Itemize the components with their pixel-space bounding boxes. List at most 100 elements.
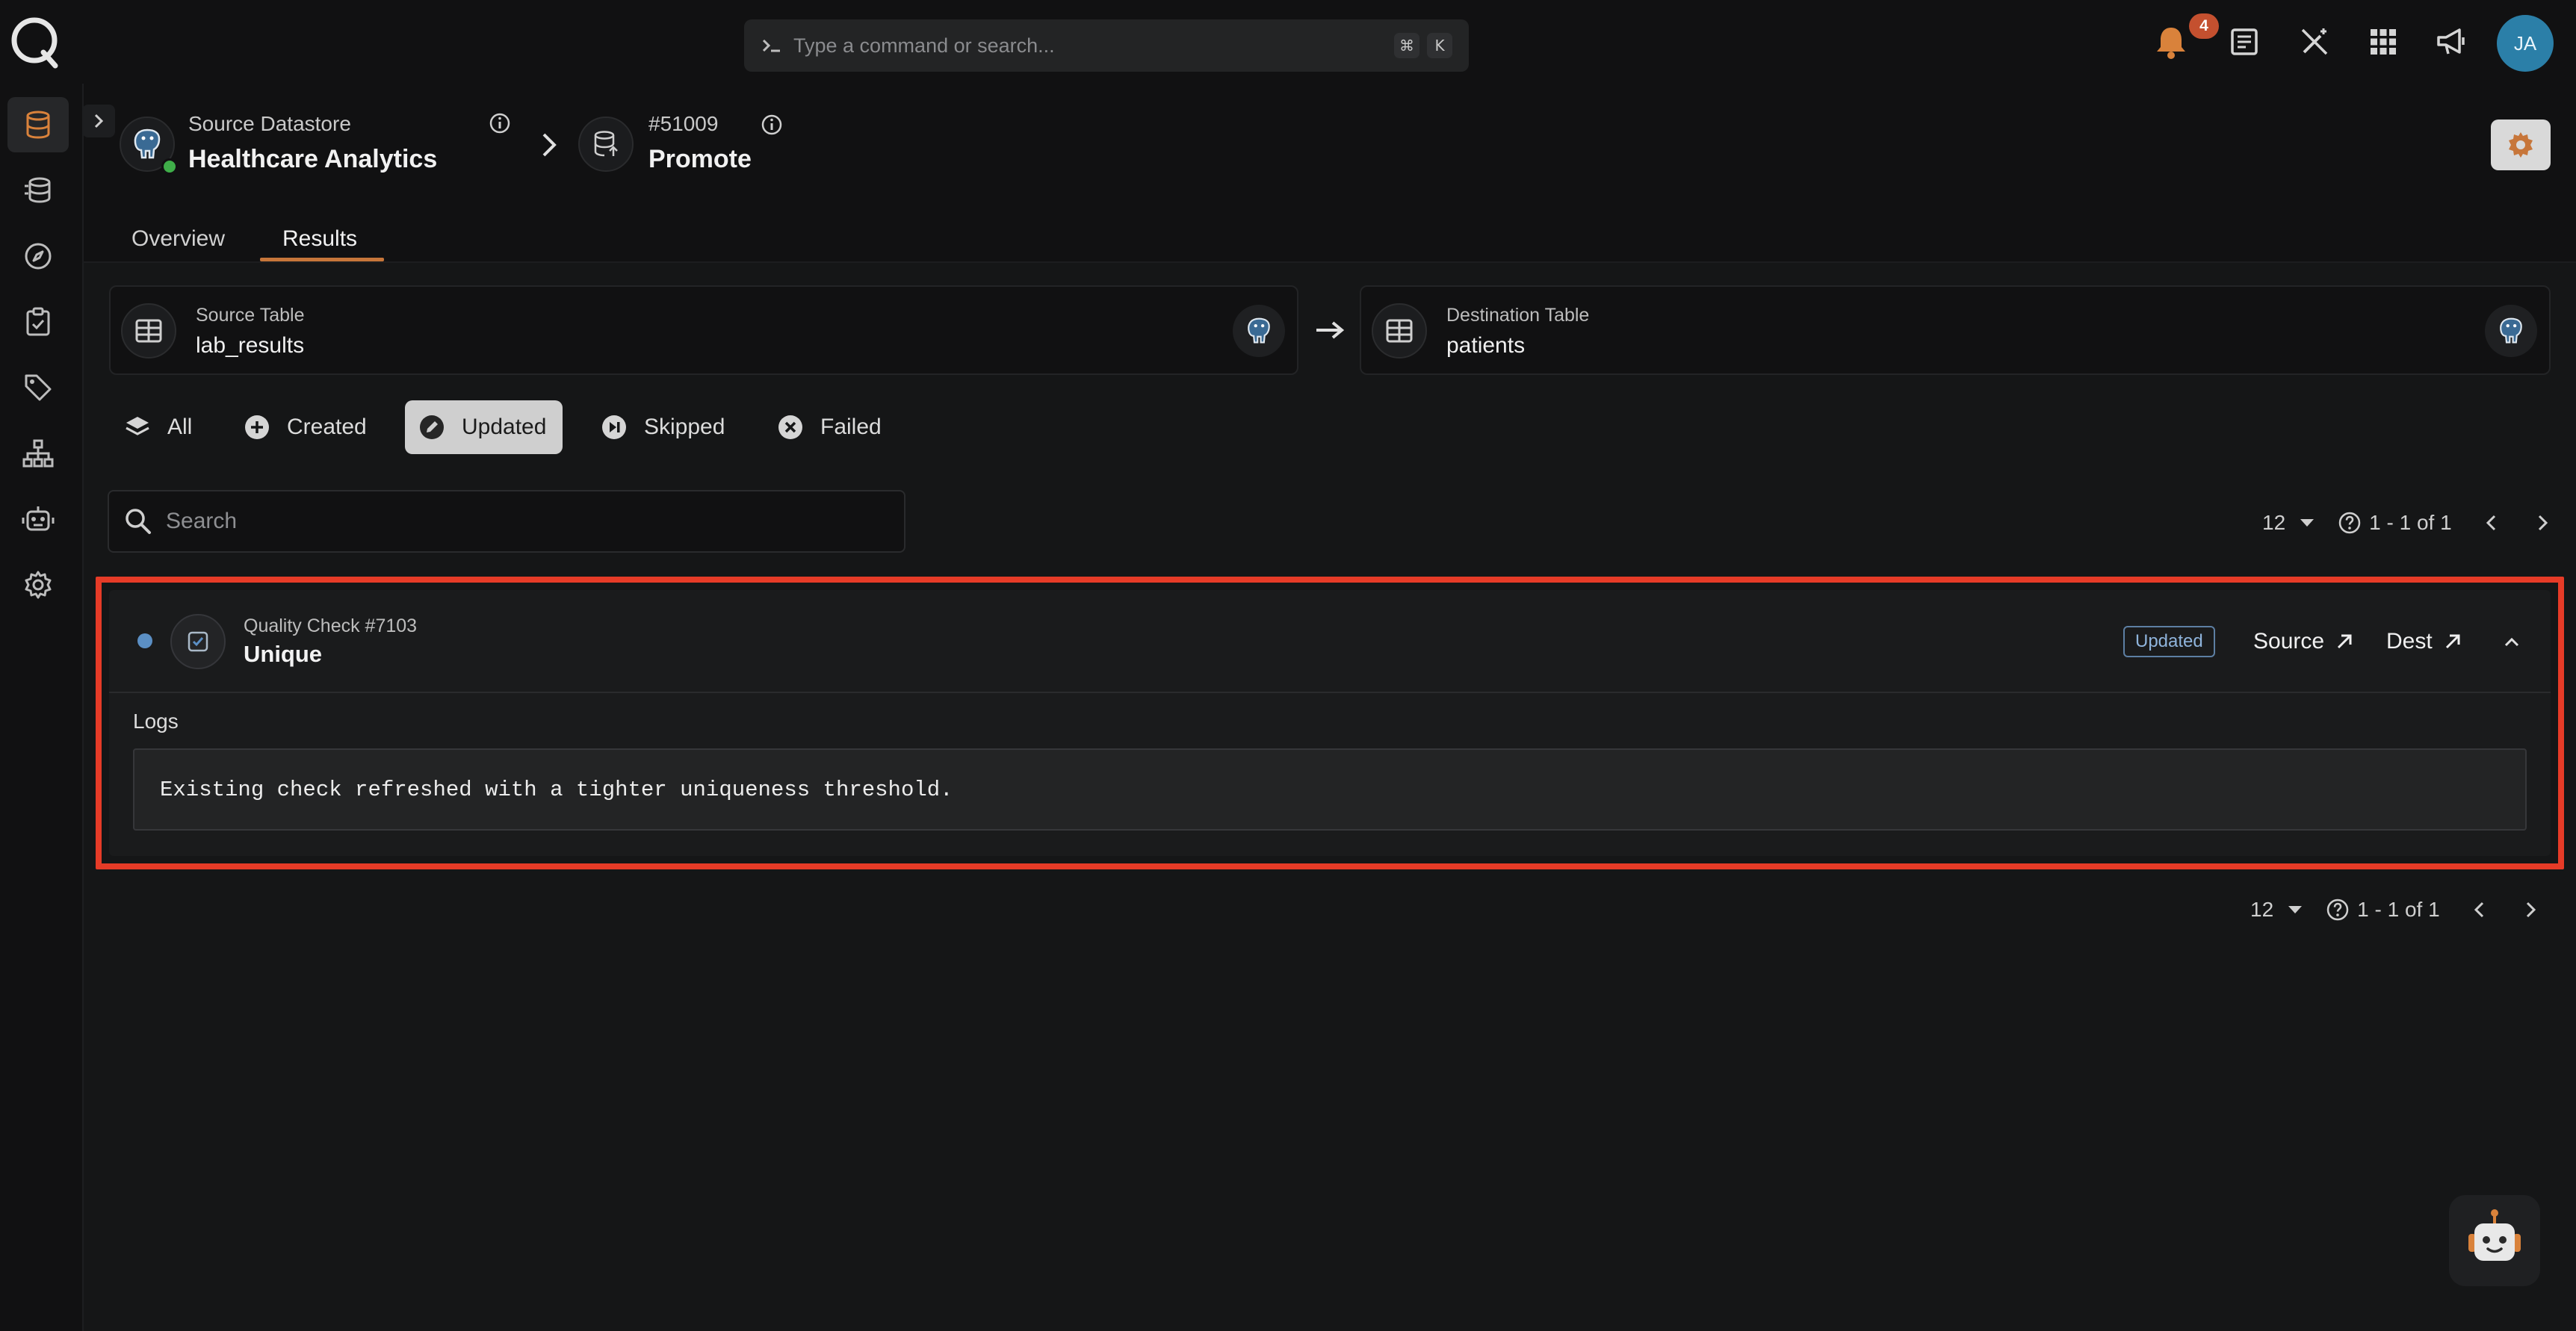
external-link-arrow-icon <box>2445 634 2460 649</box>
page-range: 1 - 1 of 1 <box>2369 511 2452 534</box>
stacked-database-icon <box>25 177 51 203</box>
assistant-bot-button[interactable] <box>2449 1195 2540 1286</box>
help-circle-icon[interactable] <box>2326 898 2350 922</box>
destination-table-name: patients <box>1446 333 1526 358</box>
chevron-left-icon[interactable] <box>2468 899 2491 921</box>
filter-skipped[interactable]: Skipped <box>587 400 741 454</box>
page-size-select[interactable]: 12 <box>2250 898 2303 922</box>
breadcrumb-chevron-icon <box>536 130 562 160</box>
gear-icon <box>2509 132 2533 158</box>
source-link-button[interactable]: Source <box>2253 624 2354 659</box>
caret-down-icon <box>2300 519 2315 527</box>
search-input[interactable]: Search <box>108 490 905 553</box>
operation-info-icon[interactable] <box>761 114 783 136</box>
destination-table-label: Destination Table <box>1446 305 1590 326</box>
source-table-name: lab_results <box>196 333 305 358</box>
log-output: Existing check refreshed with a tighter … <box>133 748 2527 831</box>
robot-icon <box>22 506 55 531</box>
search-placeholder: Search <box>166 509 238 533</box>
sidebar-item-checks[interactable] <box>7 294 69 350</box>
sidebar-item-agents[interactable] <box>7 491 69 547</box>
filter-skipped-label: Skipped <box>644 415 725 439</box>
search-icon <box>126 509 151 534</box>
sidebar-item-settings[interactable] <box>7 557 69 612</box>
log-text: Existing check refreshed with a tighter … <box>160 777 953 802</box>
database-export-icon <box>594 131 618 157</box>
clipboard-check-icon <box>26 307 50 336</box>
document-list-icon[interactable] <box>2225 22 2264 61</box>
sidebar-item-explore[interactable] <box>7 229 69 284</box>
page-range: 1 - 1 of 1 <box>2357 898 2440 921</box>
datastore-name[interactable]: Healthcare Analytics <box>188 145 437 174</box>
terminal-prompt-icon <box>762 39 780 52</box>
compass-icon <box>25 243 52 270</box>
plus-circle-icon <box>244 414 270 441</box>
logs-label: Logs <box>133 710 179 733</box>
filter-created[interactable]: Created <box>230 400 383 454</box>
datastore-info-icon[interactable] <box>489 112 511 134</box>
filter-created-label: Created <box>287 415 367 439</box>
settings-button[interactable] <box>2491 120 2551 170</box>
chevron-left-icon[interactable] <box>2480 512 2503 534</box>
sidebar-expand-button[interactable] <box>82 105 115 137</box>
filter-failed-label: Failed <box>820 415 882 439</box>
dest-link-button[interactable]: Dest <box>2386 624 2462 659</box>
database-icon <box>26 111 50 139</box>
filter-failed[interactable]: Failed <box>764 400 898 454</box>
notifications-bell-icon[interactable] <box>2152 22 2190 61</box>
table-icon <box>1372 303 1427 359</box>
status-badge: Updated <box>2123 626 2215 657</box>
destination-table-card[interactable]: Destination Table patients <box>1360 285 2551 375</box>
operation-avatar <box>578 117 634 172</box>
operation-name: Promote <box>648 145 752 173</box>
pencil-circle-icon <box>418 414 445 441</box>
filter-updated[interactable]: Updated <box>405 400 563 454</box>
magic-wand-off-icon[interactable] <box>2295 22 2334 61</box>
sidebar-item-datastores[interactable] <box>7 97 69 152</box>
hierarchy-icon <box>22 439 54 468</box>
postgresql-elephant-icon <box>2485 305 2537 357</box>
chevron-right-icon[interactable] <box>2531 512 2554 534</box>
online-status-dot <box>161 158 178 175</box>
dest-link-label: Dest <box>2386 629 2433 654</box>
sidebar-item-flows[interactable] <box>7 426 69 481</box>
source-table-card[interactable]: Source Table lab_results <box>109 285 1298 375</box>
filter-updated-label: Updated <box>462 415 547 439</box>
caret-down-icon <box>2288 906 2303 913</box>
sidebar-item-tags[interactable] <box>7 360 69 415</box>
quality-check-icon <box>170 614 226 669</box>
tab-results[interactable]: Results <box>282 217 357 261</box>
sidebar-item-enrichment[interactable] <box>7 163 69 218</box>
pagination-bottom: 12 1 - 1 of 1 <box>2250 887 2542 932</box>
external-link-arrow-icon <box>2338 634 2352 649</box>
chevron-up-icon[interactable] <box>2498 629 2525 656</box>
tag-icon <box>25 374 52 401</box>
source-link-label: Source <box>2253 629 2325 654</box>
filter-all[interactable]: All <box>111 400 208 454</box>
command-search-placeholder: Type a command or search... <box>793 34 1055 57</box>
shortcut-key-cmd: ⌘ <box>1394 33 1419 58</box>
chevron-right-icon <box>94 114 104 128</box>
arrow-right-icon <box>1313 317 1346 344</box>
megaphone-icon[interactable] <box>2433 22 2471 61</box>
apps-grid-icon[interactable] <box>2364 22 2403 61</box>
status-dot <box>137 633 152 648</box>
source-table-label: Source Table <box>196 305 305 326</box>
operation-id: #51009 <box>648 112 719 135</box>
table-icon <box>121 303 176 359</box>
pagination-top: 12 1 - 1 of 1 <box>2262 500 2554 545</box>
page-size-value: 12 <box>2262 511 2286 534</box>
page-size-select[interactable]: 12 <box>2262 511 2315 535</box>
quality-check-label: Quality Check #7103 <box>244 615 418 636</box>
postgresql-elephant-icon <box>1233 305 1285 357</box>
page-size-value: 12 <box>2250 898 2274 921</box>
skip-circle-icon <box>601 414 628 441</box>
chevron-right-icon[interactable] <box>2519 899 2542 921</box>
app-logo-icon[interactable] <box>6 13 63 70</box>
help-circle-icon[interactable] <box>2338 511 2362 535</box>
tab-overview[interactable]: Overview <box>131 217 225 261</box>
user-avatar[interactable]: JA <box>2497 15 2554 72</box>
layers-icon <box>124 414 151 441</box>
command-search-bar[interactable]: Type a command or search... ⌘ K <box>744 19 1469 72</box>
notification-count-badge: 4 <box>2189 13 2219 39</box>
